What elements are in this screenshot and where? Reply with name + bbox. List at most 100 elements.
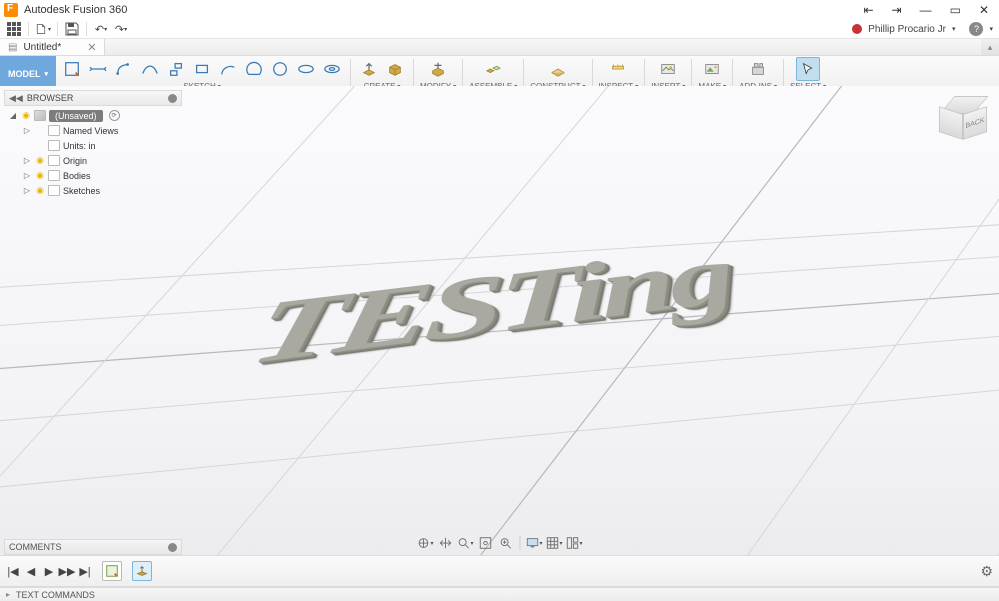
assemble-button[interactable] (481, 57, 505, 81)
twisty-icon[interactable]: ▷ (22, 126, 32, 135)
save-button[interactable] (64, 21, 80, 37)
folder-icon (48, 155, 60, 166)
browser-tree: ◢ ◉ (Unsaved) ⟳ ▷ Named Views Units: in … (4, 106, 182, 202)
polygon-tool-button[interactable] (242, 57, 266, 81)
status-label: TEXT COMMANDS (16, 590, 95, 600)
bulb-icon[interactable]: ◉ (35, 155, 45, 166)
rectangle-tool-button[interactable] (112, 57, 136, 81)
pan-button[interactable] (436, 535, 454, 551)
twisty-icon[interactable]: ▷ (22, 156, 32, 165)
browser-item-named-views[interactable]: ▷ Named Views (4, 123, 182, 138)
construct-button[interactable] (546, 57, 570, 81)
document-tab[interactable]: ▤ Untitled* ✕ (0, 39, 105, 55)
navigation-bar: ▾ ▾ ▾ ▾ ▾ (414, 533, 585, 553)
undo-button[interactable]: ↶▾ (93, 21, 109, 37)
timeline-prev-button[interactable]: ◀ (24, 564, 38, 578)
app-icon (4, 3, 18, 17)
timeline-feature-extrude[interactable] (132, 561, 152, 581)
create-sketch-button[interactable] (60, 57, 84, 81)
spline-tool-button[interactable] (138, 57, 162, 81)
grid-settings-button[interactable]: ▾ (545, 535, 563, 551)
refresh-icon[interactable]: ⟳ (109, 110, 120, 121)
close-button[interactable]: ✕ (979, 3, 989, 17)
display-settings-button[interactable]: ▾ (525, 535, 543, 551)
ellipse-button[interactable] (294, 57, 318, 81)
folder-icon (48, 125, 60, 136)
item-label: Sketches (63, 186, 100, 196)
addins-button[interactable] (746, 57, 770, 81)
browser-item-origin[interactable]: ▷ ◉ Origin (4, 153, 182, 168)
timeline-settings-button[interactable]: ⚙ (980, 563, 993, 580)
timeline-end-button[interactable]: ▶| (78, 564, 92, 578)
status-bar: ▸ TEXT COMMANDS (0, 587, 999, 601)
status-expand-icon[interactable]: ▸ (6, 590, 10, 599)
app-title: Autodesk Fusion 360 (24, 4, 863, 16)
twisty-icon[interactable]: ▷ (22, 186, 32, 195)
tab-close-button[interactable]: ✕ (87, 41, 96, 54)
timeline-bar: |◀ ◀ ▶ ▶▶ ▶| ⚙ (0, 555, 999, 587)
box-button[interactable] (383, 57, 407, 81)
tab-label: Untitled* (23, 42, 61, 53)
help-button[interactable]: ? (969, 22, 983, 36)
comments-label: COMMENTS (9, 542, 62, 552)
folder-icon (48, 185, 60, 196)
twisty-icon[interactable]: ◢ (8, 111, 18, 120)
bulb-icon[interactable]: ◉ (35, 185, 45, 196)
zoom-button[interactable]: ▾ (456, 535, 474, 551)
select-button[interactable] (796, 57, 820, 81)
timeline-feature-sketch[interactable] (102, 561, 122, 581)
user-name[interactable]: Phillip Procario Jr (868, 24, 946, 35)
folder-icon (48, 170, 60, 181)
viewport-layout-button[interactable]: ▾ (565, 535, 583, 551)
browser-header[interactable]: ◀◀ BROWSER (4, 90, 182, 106)
job-status-icon[interactable] (852, 24, 862, 34)
browser-panel: ◀◀ BROWSER ◢ ◉ (Unsaved) ⟳ ▷ Named Views… (4, 90, 182, 202)
torus-button[interactable] (320, 57, 344, 81)
browser-item-sketches[interactable]: ▷ ◉ Sketches (4, 183, 182, 198)
collapse-ribbon-button[interactable]: ▴ (981, 39, 999, 55)
browser-options-button[interactable] (168, 94, 177, 103)
inspect-button[interactable] (606, 57, 630, 81)
browser-title: BROWSER (27, 93, 74, 103)
browser-item-bodies[interactable]: ▷ ◉ Bodies (4, 168, 182, 183)
rect2-tool-button[interactable] (190, 57, 214, 81)
redo-button[interactable]: ↷▾ (113, 21, 129, 37)
browser-root-node[interactable]: ◢ ◉ (Unsaved) ⟳ (4, 108, 182, 123)
doc-icon (48, 140, 60, 151)
dock-right-icon[interactable]: ⇥ (892, 3, 902, 17)
view-cube[interactable]: BACK (941, 96, 985, 140)
browser-item-units[interactable]: Units: in (4, 138, 182, 153)
orbit-button[interactable]: ▾ (416, 535, 434, 551)
component-icon (34, 110, 46, 121)
title-bar: Autodesk Fusion 360 ⇤ ⇥ — ▭ ✕ (0, 0, 999, 20)
timeline-play-button[interactable]: ▶▶ (60, 564, 74, 578)
comments-panel-header[interactable]: COMMENTS (4, 539, 182, 555)
bulb-icon[interactable]: ◉ (21, 110, 31, 121)
file-menu-button[interactable]: ▾ (35, 21, 51, 37)
make-button[interactable] (700, 57, 724, 81)
circle2-button[interactable] (268, 57, 292, 81)
extrude-button[interactable] (357, 57, 381, 81)
data-panel-button[interactable] (6, 21, 22, 37)
bulb-icon[interactable]: ◉ (35, 170, 45, 181)
circle-tool-button[interactable] (164, 57, 188, 81)
press-pull-button[interactable] (426, 57, 450, 81)
arc-tool-button[interactable] (216, 57, 240, 81)
root-label: (Unsaved) (49, 110, 103, 122)
maximize-button[interactable]: ▭ (950, 3, 961, 17)
insert-button[interactable] (656, 57, 680, 81)
browser-pin-icon[interactable]: ◀◀ (9, 93, 23, 104)
comments-options-button[interactable] (168, 543, 177, 552)
document-tab-strip: ▤ Untitled* ✕ ▴ (0, 38, 999, 56)
minimize-button[interactable]: — (920, 3, 932, 17)
twisty-icon[interactable]: ▷ (22, 171, 32, 180)
fit-button[interactable] (476, 535, 494, 551)
quick-access-toolbar: ▾ ↶▾ ↷▾ Phillip Procario Jr ▾ ? ▾ (0, 20, 999, 38)
line-tool-button[interactable] (86, 57, 110, 81)
dock-left-icon[interactable]: ⇤ (863, 3, 873, 17)
timeline-next-button[interactable]: ▶ (42, 564, 56, 578)
look-at-button[interactable] (496, 535, 514, 551)
user-area: Phillip Procario Jr ▾ ? ▾ (852, 22, 993, 36)
timeline-start-button[interactable]: |◀ (6, 564, 20, 578)
item-label: Units: in (63, 141, 96, 151)
